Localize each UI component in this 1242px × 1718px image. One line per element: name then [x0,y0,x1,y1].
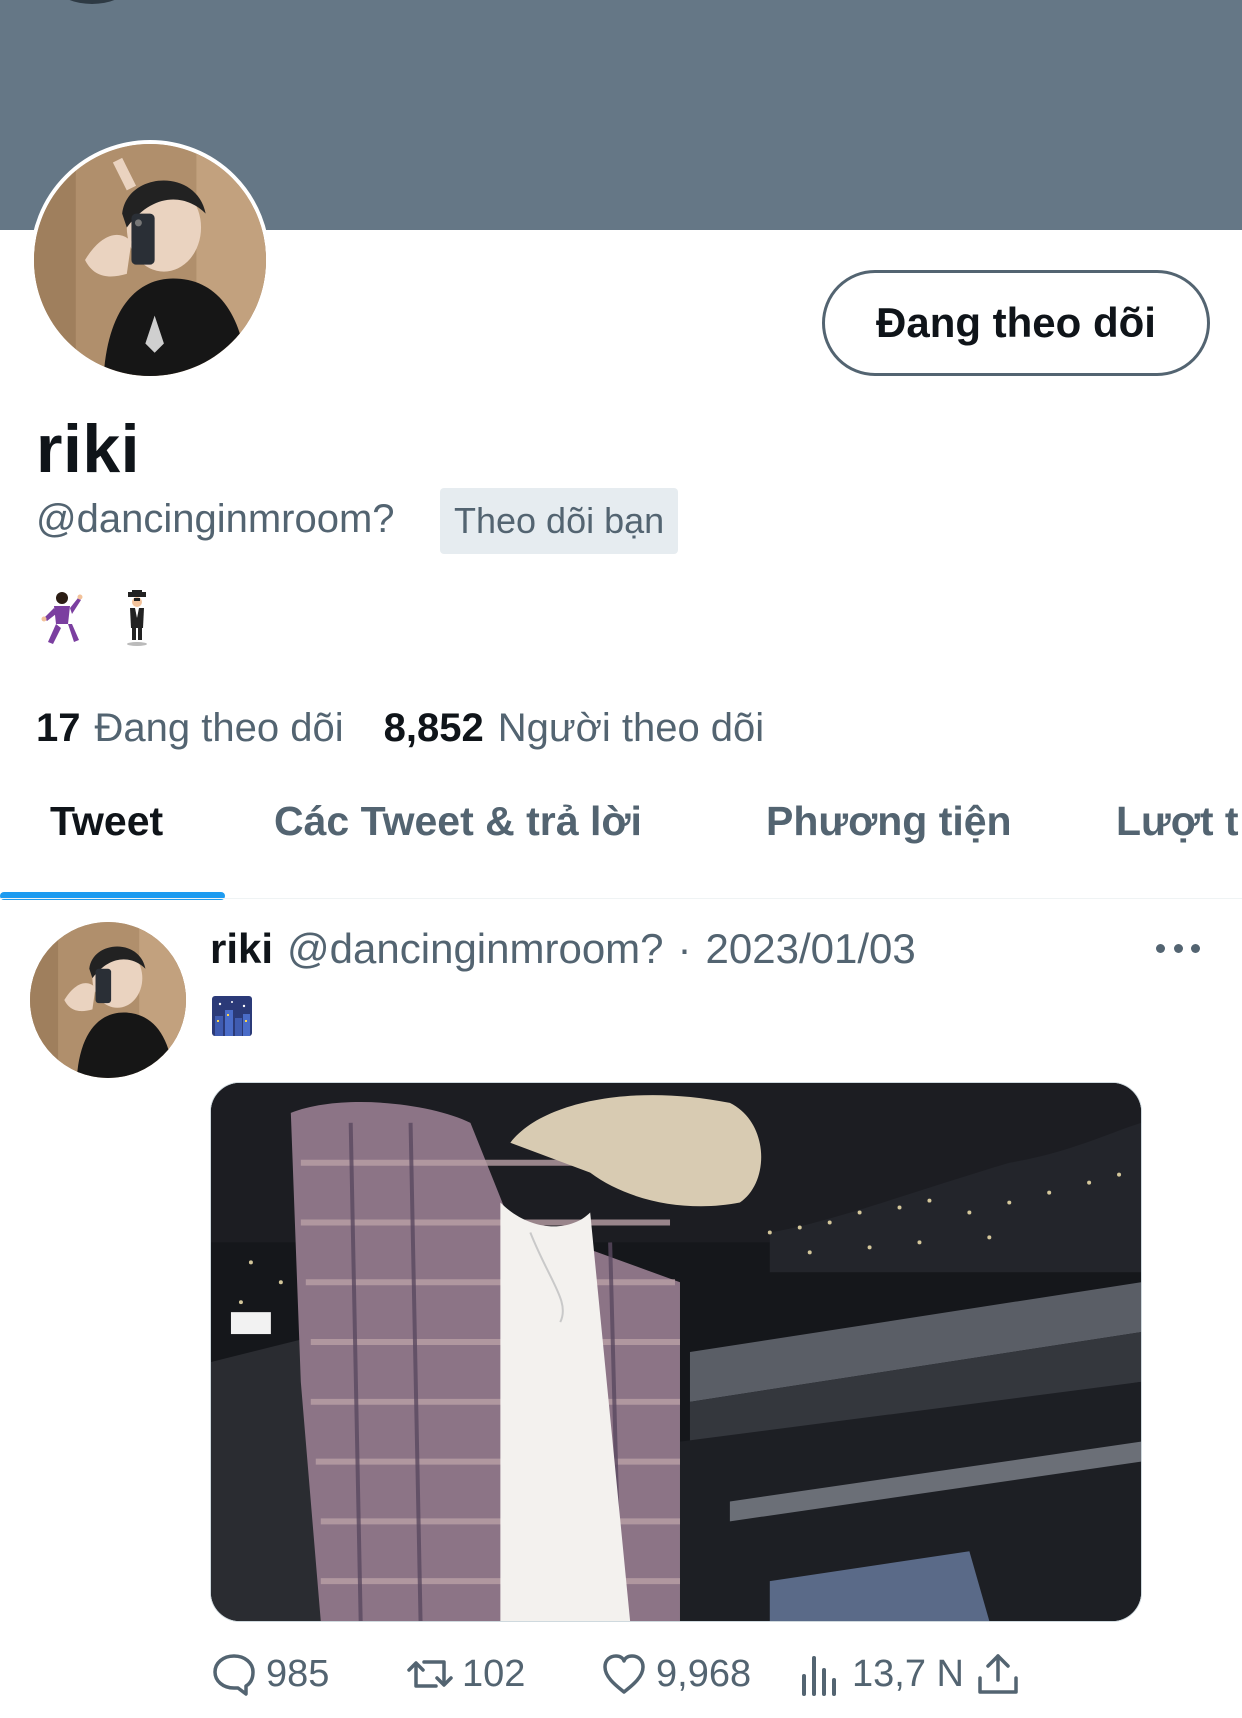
night-with-stars-emoji [212,996,252,1036]
more-options-icon[interactable] [1156,936,1200,960]
profile-page: Đang theo dõi riki @dancinginmroom? Theo… [0,0,1242,1718]
reply-action[interactable]: 985 [210,1650,329,1698]
following-stat[interactable]: 17 Đang theo dõi [36,706,344,751]
retweet-count: 102 [462,1652,526,1695]
back-button-edge[interactable] [60,0,124,4]
tweet-author-handle[interactable]: @dancinginmroom? [287,925,663,973]
tweet-image[interactable] [210,1082,1142,1622]
tweet-separator: · [677,925,692,972]
tab-tweets-and-replies[interactable]: Các Tweet & trả lời [274,798,642,845]
tab-media[interactable]: Phương tiện [766,798,1012,845]
tweet-date[interactable]: 2023/01/03 [706,925,916,973]
followers-stat[interactable]: 8,852 Người theo dõi [384,706,765,751]
views-action[interactable]: 13,7 N [796,1650,964,1698]
like-action[interactable]: 9,968 [600,1650,751,1698]
profile-handle: @dancinginmroom? [36,497,395,541]
retweet-icon [407,1660,453,1688]
tweet-actions: 985 102 9,968 13,7 N [210,1650,1110,1700]
man-dancing-emoji [41,592,83,644]
share-action[interactable] [974,1650,1022,1698]
profile-avatar[interactable] [30,140,270,380]
profile-tabs: Tweet Các Tweet & trả lời Phương tiện Lư… [0,768,1242,900]
heart-icon [603,1654,645,1694]
following-button[interactable]: Đang theo dõi [822,270,1210,376]
followers-count: 8,852 [383,706,484,750]
following-label: Đang theo dõi [94,706,344,750]
man-in-suit-levitating-emoji [127,590,147,646]
following-count: 17 [36,706,81,750]
tweet-header: riki @dancinginmroom? · 2023/01/03 [210,925,916,973]
reply-count: 985 [266,1652,330,1695]
views-count: 13,7 N [852,1652,964,1695]
profile-bio [38,590,160,646]
tweet-author-name[interactable]: riki [210,925,273,973]
follows-you-badge: Theo dõi bạn [440,488,679,554]
profile-display-name: riki [36,411,141,487]
tab-tweets[interactable]: Tweet [50,798,163,845]
retweet-action[interactable]: 102 [406,1650,525,1698]
tab-likes[interactable]: Lượt t [1116,798,1239,845]
like-count: 9,968 [656,1652,752,1695]
reply-icon [213,1654,255,1696]
tweet-author-avatar[interactable] [30,922,186,1078]
views-icon [802,1656,836,1696]
followers-label: Người theo dõi [497,706,765,750]
tabs-divider [0,898,1242,899]
share-icon [978,1654,1018,1694]
profile-stats: 17 Đang theo dõi 8,852 Người theo dõi [36,706,804,751]
